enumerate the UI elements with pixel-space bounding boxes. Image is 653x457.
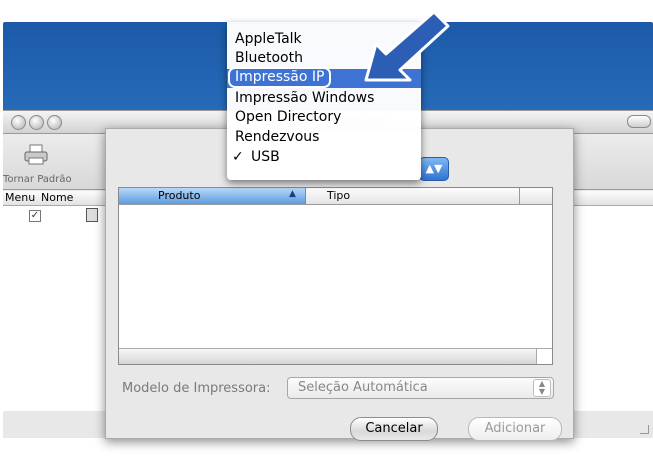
- menu-item-rendezvous[interactable]: Rendezvous: [227, 128, 421, 147]
- table-header: Produto ▲ Tipo: [119, 188, 552, 205]
- printer-model-select: Seleção Automática ▲ ▼: [287, 377, 554, 399]
- checkmark-icon: ✓: [232, 149, 244, 165]
- printer-model-value: Seleção Automática: [298, 380, 428, 395]
- printer-icon[interactable]: [23, 144, 49, 166]
- menu-item-label: Impressão IP: [228, 67, 332, 88]
- menu-item-label: Open Directory: [235, 109, 342, 125]
- menu-item-open-directory[interactable]: Open Directory: [227, 108, 421, 127]
- connection-popup-button[interactable]: ▲▼: [419, 157, 449, 181]
- printer-browser-table: Produto ▲ Tipo: [118, 187, 553, 365]
- column-product-label: Produto: [158, 189, 201, 202]
- menu-item-label: Bluetooth: [235, 50, 303, 66]
- cancel-button[interactable]: Cancelar: [350, 417, 438, 441]
- toolbar-toggle-button[interactable]: [627, 115, 651, 128]
- column-divider: [519, 188, 520, 204]
- menu-item-label: Impressão Windows: [235, 90, 375, 106]
- menu-item-label: Rendezvous: [235, 129, 320, 145]
- add-button: Adicionar: [468, 417, 562, 441]
- usb-printer-icon: [86, 208, 98, 222]
- column-type[interactable]: Tipo: [327, 189, 350, 202]
- pointer-arrow-icon: [364, 10, 450, 82]
- menu-item-windows-printing[interactable]: Impressão Windows: [227, 89, 421, 108]
- printer-menu-checkbox[interactable]: ✓: [29, 210, 41, 222]
- menu-item-usb-label: USB: [251, 149, 280, 165]
- resize-handle-icon[interactable]: [640, 425, 649, 434]
- sort-ascending-icon: ▲: [289, 189, 296, 199]
- menu-item-label: ✓ USB: [232, 148, 280, 167]
- column-name[interactable]: Nome: [41, 191, 103, 204]
- menu-item-usb[interactable]: ✓ USB: [227, 148, 421, 167]
- horizontal-scrollbar[interactable]: [119, 348, 552, 364]
- make-default-label[interactable]: Tornar Padrão: [3, 174, 113, 185]
- select-arrows-icon: ▲ ▼: [533, 379, 551, 397]
- column-product[interactable]: Produto ▲: [119, 188, 306, 204]
- menu-item-label: AppleTalk: [235, 31, 302, 47]
- column-menu[interactable]: Menu: [5, 191, 35, 204]
- printer-model-label: Modelo de Impressora:: [122, 381, 271, 396]
- scroll-corner: [536, 349, 552, 364]
